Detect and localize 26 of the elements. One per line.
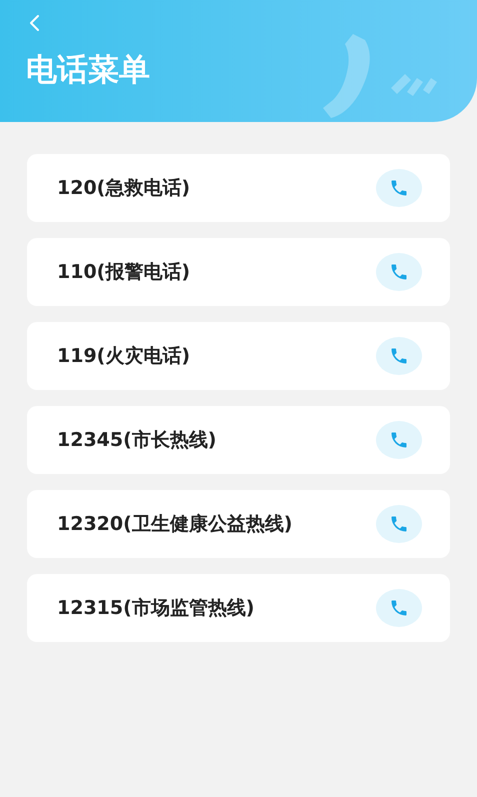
call-button[interactable] — [376, 421, 422, 459]
back-icon[interactable] — [28, 14, 40, 32]
page-title: 电话菜单 — [26, 51, 150, 90]
contact-card[interactable]: 110(报警电话) — [27, 238, 450, 306]
contact-label: 12315(市场监管热线) — [57, 596, 254, 621]
contact-card[interactable]: 12345(市长热线) — [27, 406, 450, 474]
contact-card[interactable]: 12320(卫生健康公益热线) — [27, 490, 450, 558]
phone-icon — [389, 262, 409, 282]
call-button[interactable] — [376, 169, 422, 207]
contact-label: 12345(市长热线) — [57, 428, 216, 453]
contact-label: 12320(卫生健康公益热线) — [57, 512, 292, 537]
contact-card[interactable]: 120(急救电话) — [27, 154, 450, 222]
phone-icon — [389, 430, 409, 450]
call-button[interactable] — [376, 337, 422, 375]
contact-card[interactable]: 12315(市场监管热线) — [27, 574, 450, 642]
contact-label: 120(急救电话) — [57, 176, 190, 201]
phone-icon — [389, 346, 409, 366]
phone-icon — [389, 598, 409, 618]
contact-label: 119(火灾电话) — [57, 344, 190, 369]
call-button[interactable] — [376, 253, 422, 291]
call-button[interactable] — [376, 505, 422, 543]
contact-label: 110(报警电话) — [57, 260, 190, 285]
contact-card[interactable]: 119(火灾电话) — [27, 322, 450, 390]
phone-icon — [389, 178, 409, 198]
call-button[interactable] — [376, 589, 422, 627]
phone-icon — [389, 514, 409, 534]
